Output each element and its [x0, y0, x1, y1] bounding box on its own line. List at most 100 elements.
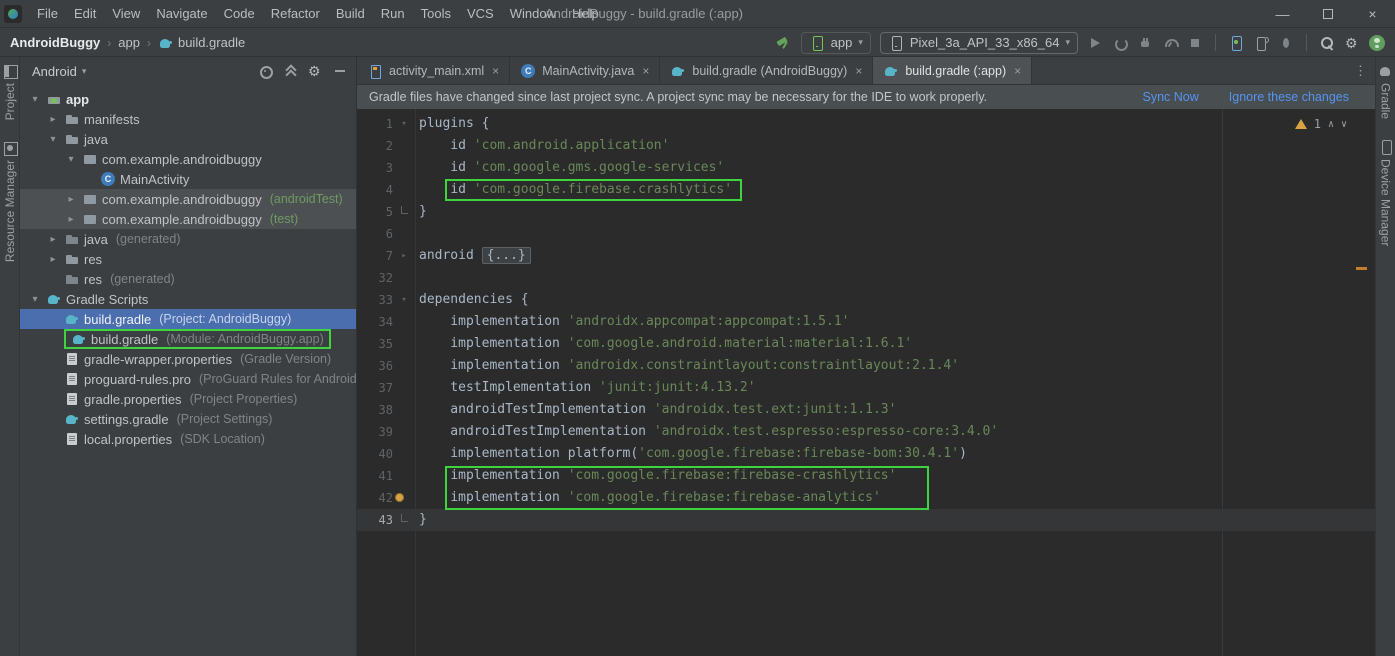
tree-item-mainactivity[interactable]: MainActivity	[20, 169, 356, 189]
hide-panel-icon[interactable]	[332, 63, 348, 79]
banner-action-ignore-these-changes[interactable]: Ignore these changes	[1229, 90, 1349, 104]
menu-run[interactable]: Run	[373, 1, 413, 26]
menu-navigate[interactable]: Navigate	[148, 1, 215, 26]
code-line-7[interactable]: 7 ▸ android {...}	[357, 245, 1375, 267]
tree-item-gradle-wrapper-properties-gradle-version[interactable]: gradle-wrapper.properties (Gradle Version…	[20, 349, 356, 369]
code-line-34[interactable]: 34 implementation 'androidx.appcompat:ap…	[357, 311, 1375, 333]
menu-code[interactable]: Code	[216, 1, 263, 26]
tree-item-build-gradle-project-androidbuggy[interactable]: build.gradle (Project: AndroidBuggy)	[20, 309, 356, 329]
tree-item-java-generated[interactable]: ▸ java (generated)	[20, 229, 356, 249]
run-icon[interactable]	[1087, 35, 1103, 51]
fold-open-icon[interactable]: ▾	[393, 113, 415, 135]
menu-build[interactable]: Build	[328, 1, 373, 26]
menu-vcs[interactable]: VCS	[459, 1, 502, 26]
tree-item-settings-gradle-project-settings[interactable]: settings.gradle (Project Settings)	[20, 409, 356, 429]
maximize-button[interactable]	[1305, 0, 1350, 27]
device-select[interactable]: Pixel_3a_API_33_x86_64 ▾	[879, 31, 1078, 54]
chevron-down-icon[interactable]: ▾	[28, 294, 42, 305]
inspection-widget[interactable]: 1 ∧ ∨	[1294, 117, 1347, 131]
profiler-icon[interactable]	[1162, 35, 1179, 51]
banner-action-sync-now[interactable]: Sync Now	[1142, 90, 1198, 104]
menu-refactor[interactable]: Refactor	[263, 1, 328, 26]
stop-icon[interactable]	[1187, 35, 1203, 51]
more-vertical-icon[interactable]	[1349, 63, 1367, 79]
tree-item-java[interactable]: ▾ java	[20, 129, 356, 149]
bug-report-icon[interactable]	[1278, 35, 1294, 51]
code-line-35[interactable]: 35 implementation 'com.google.android.ma…	[357, 333, 1375, 355]
code-line-4[interactable]: 4 id 'com.google.firebase.crashlytics'	[357, 179, 1375, 201]
run-configuration-select[interactable]: app ▾	[800, 31, 871, 54]
menu-tools[interactable]: Tools	[413, 1, 459, 26]
breadcrumb-item-androidbuggy[interactable]: AndroidBuggy	[10, 35, 100, 50]
avatar-icon[interactable]	[1369, 34, 1385, 51]
tool-stripe-button-project[interactable]: Project	[2, 63, 18, 120]
collapse-all-icon[interactable]	[282, 63, 298, 79]
search-icon[interactable]	[1319, 35, 1335, 51]
chevron-right-icon[interactable]: ▸	[46, 114, 60, 125]
chevron-right-icon[interactable]: ▸	[46, 254, 60, 265]
chevron-down-icon[interactable]: ▾	[46, 134, 60, 145]
code-line-32[interactable]: 32	[357, 267, 1375, 289]
code-line-41[interactable]: 41 implementation 'com.google.firebase:f…	[357, 465, 1375, 489]
code-line-39[interactable]: 39 androidTestImplementation 'androidx.t…	[357, 421, 1375, 443]
tree-item-res[interactable]: ▸ res	[20, 249, 356, 269]
tab-build-gradle-androidbuggy[interactable]: build.gradle (AndroidBuggy) ×	[660, 57, 874, 84]
breadcrumb-item-app[interactable]: app	[118, 35, 140, 50]
device-manager-icon[interactable]	[1228, 35, 1244, 51]
code-line-36[interactable]: 36 implementation 'androidx.constraintla…	[357, 355, 1375, 377]
close-button[interactable]: ×	[1350, 0, 1395, 27]
close-tab-icon[interactable]: ×	[492, 64, 499, 78]
settings-icon[interactable]	[1344, 35, 1360, 51]
pair-device-icon[interactable]	[1253, 35, 1269, 51]
tree-item-gradle-scripts[interactable]: ▾ Gradle Scripts	[20, 289, 356, 309]
tab-build-gradle-app[interactable]: build.gradle (:app) ×	[873, 57, 1033, 84]
next-problem-icon[interactable]: ∨	[1341, 119, 1347, 130]
code-line-3[interactable]: 3 id 'com.google.gms.google-services'	[357, 157, 1375, 179]
tree-item-app[interactable]: ▾ app	[20, 89, 356, 109]
tool-stripe-button-gradle[interactable]: Gradle	[1378, 63, 1394, 119]
previous-problem-icon[interactable]: ∧	[1328, 119, 1334, 130]
breadcrumb-item-build-gradle[interactable]: build.gradle	[158, 35, 245, 51]
code-line-1[interactable]: 1 ▾ plugins {	[357, 113, 1375, 135]
code-line-40[interactable]: 40 implementation platform('com.google.f…	[357, 443, 1375, 465]
fold-end-icon[interactable]	[393, 201, 415, 223]
tree-item-gradle-properties-project-properties[interactable]: gradle.properties (Project Properties)	[20, 389, 356, 409]
code-editor[interactable]: 1 ▾ plugins {2 id 'com.android.application…	[357, 109, 1375, 656]
tree-item-com-example-androidbuggy[interactable]: ▾ com.example.androidbuggy	[20, 149, 356, 169]
tree-item-proguard-rules-pro-proguard-rules-for-androidbuggy[interactable]: proguard-rules.pro (ProGuard Rules for An…	[20, 369, 356, 389]
minimize-button[interactable]: —	[1260, 0, 1305, 27]
attach-debugger-icon[interactable]	[1137, 35, 1153, 51]
menu-edit[interactable]: Edit	[66, 1, 104, 26]
tree-item-com-example-androidbuggy-test[interactable]: ▸ com.example.androidbuggy (test)	[20, 209, 356, 229]
select-opened-file-icon[interactable]	[257, 63, 273, 79]
chevron-right-icon[interactable]: ▸	[46, 234, 60, 245]
close-tab-icon[interactable]: ×	[1014, 64, 1021, 78]
build-hammer-icon[interactable]	[776, 35, 792, 51]
apply-changes-icon[interactable]	[1112, 35, 1128, 51]
tree-item-local-properties-sdk-location[interactable]: local.properties (SDK Location)	[20, 429, 356, 449]
project-view-selector[interactable]: Android ▾	[28, 62, 90, 81]
tree-item-res-generated[interactable]: res (generated)	[20, 269, 356, 289]
code-line-2[interactable]: 2 id 'com.android.application'	[357, 135, 1375, 157]
chevron-down-icon[interactable]: ▾	[64, 154, 78, 165]
folded-region[interactable]: {...}	[481, 247, 531, 264]
tree-item-manifests[interactable]: ▸ manifests	[20, 109, 356, 129]
close-tab-icon[interactable]: ×	[855, 64, 862, 78]
tree-item-build-gradle-module-androidbuggy-app[interactable]: build.gradle (Module: AndroidBuggy.app)	[20, 329, 356, 349]
code-line-42[interactable]: 42 implementation 'com.google.firebase:f…	[357, 487, 1375, 510]
code-line-38[interactable]: 38 androidTestImplementation 'androidx.t…	[357, 399, 1375, 421]
code-line-5[interactable]: 5}	[357, 201, 1375, 223]
tab-activity-main-xml[interactable]: activity_main.xml ×	[357, 57, 511, 84]
fold-closed-icon[interactable]: ▸	[393, 245, 415, 267]
code-line-37[interactable]: 37 testImplementation 'junit:junit:4.13.…	[357, 377, 1375, 399]
tab-mainactivity-java[interactable]: MainActivity.java ×	[510, 57, 661, 84]
tree-item-com-example-androidbuggy-androidtest[interactable]: ▸ com.example.androidbuggy (androidTest)	[20, 189, 356, 209]
chevron-right-icon[interactable]: ▸	[64, 214, 78, 225]
code-line-43[interactable]: 43}	[357, 509, 1375, 531]
menu-file[interactable]: File	[29, 1, 66, 26]
code-line-6[interactable]: 6	[357, 223, 1375, 245]
close-tab-icon[interactable]: ×	[642, 64, 649, 78]
tool-stripe-button-device-manager[interactable]: Device Manager	[1378, 139, 1394, 246]
menu-view[interactable]: View	[104, 1, 148, 26]
code-line-33[interactable]: 33 ▾ dependencies {	[357, 289, 1375, 311]
